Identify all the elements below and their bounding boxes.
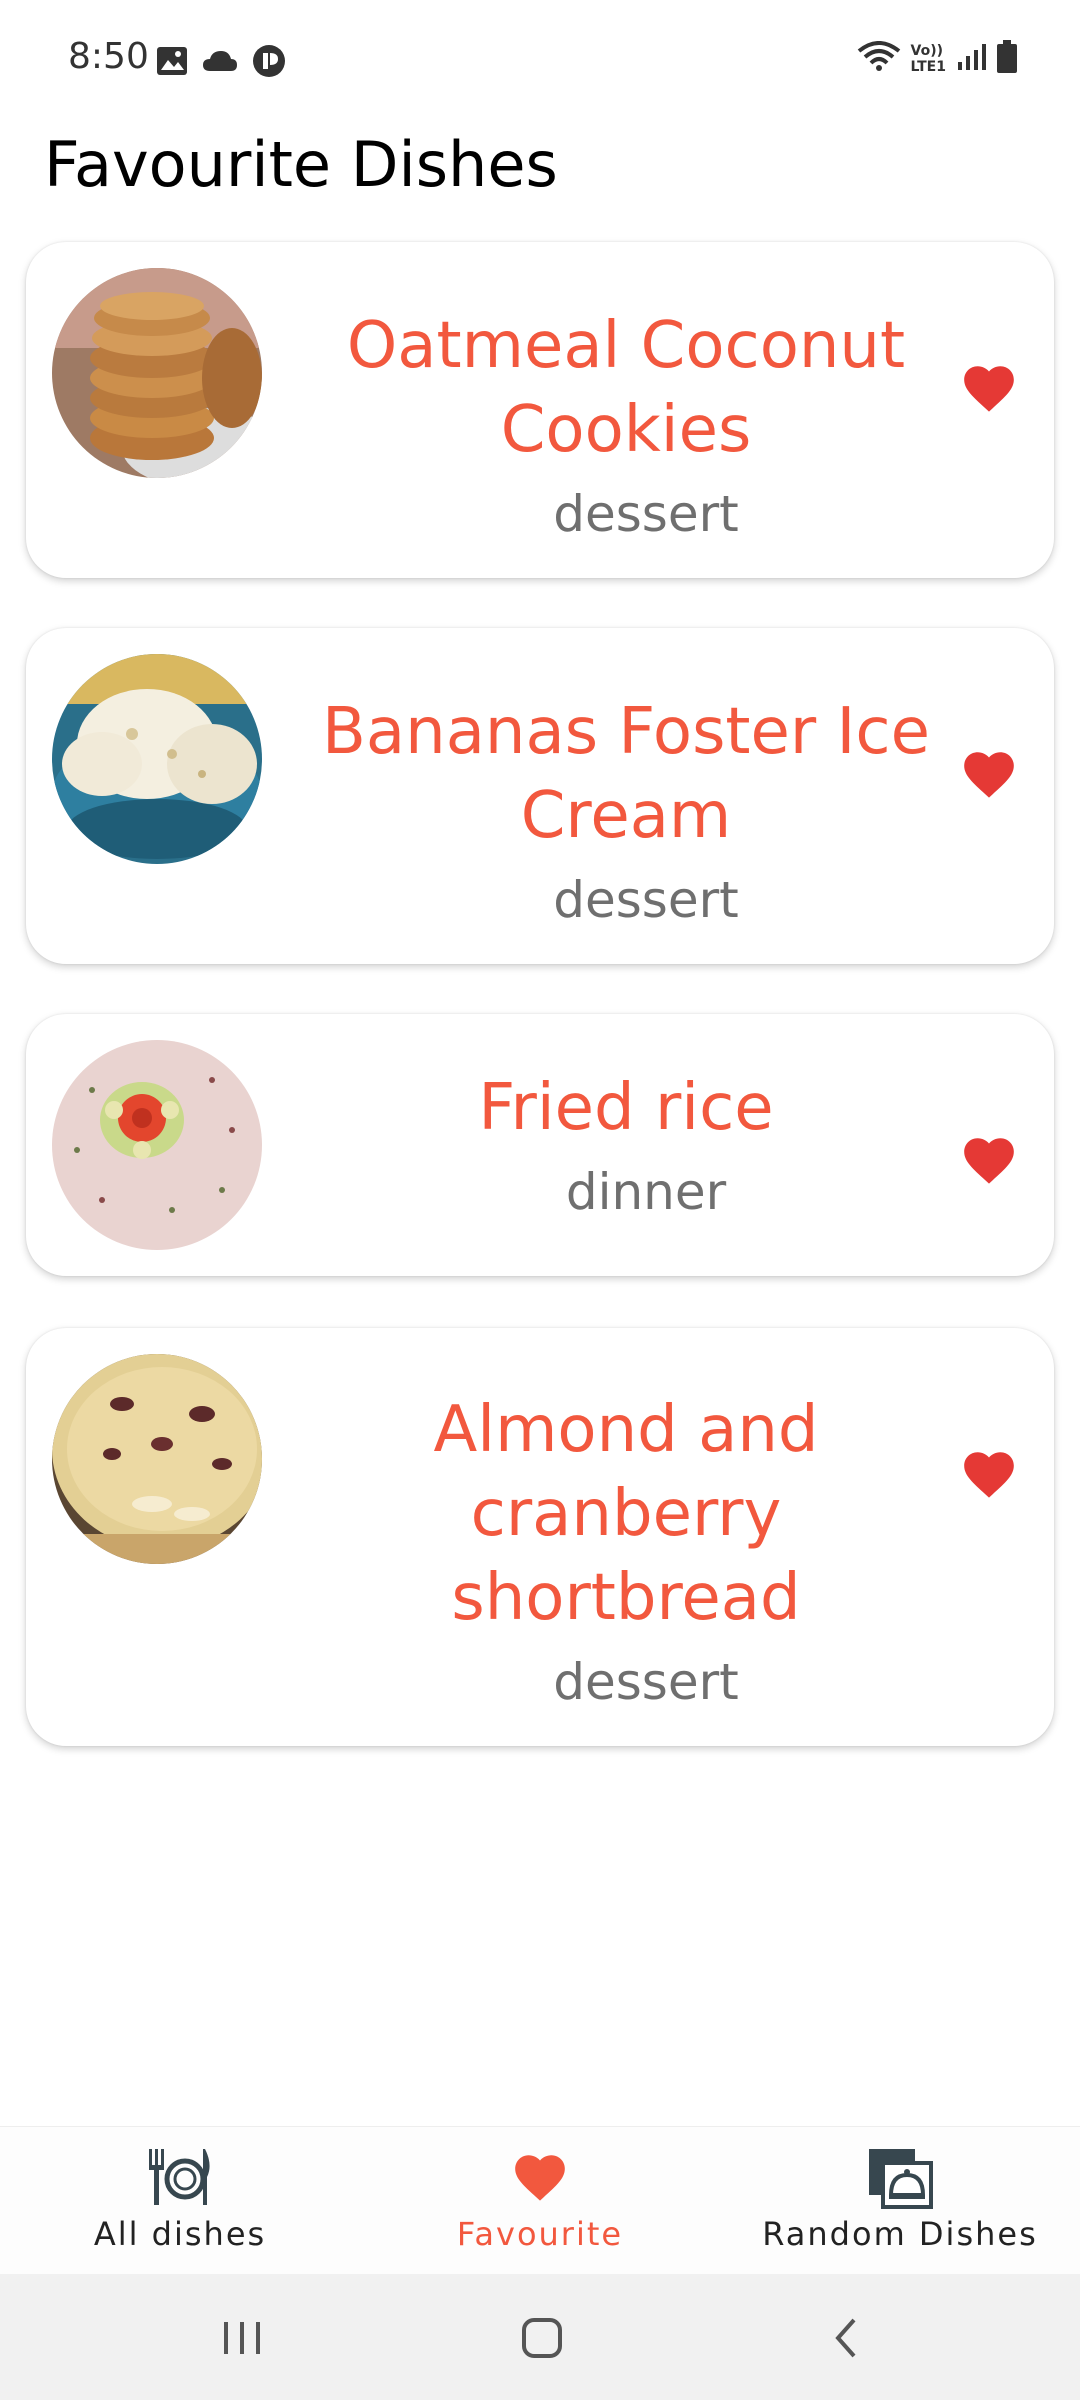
nav-random-dishes[interactable]: Random Dishes xyxy=(720,2127,1080,2275)
dish-thumbnail xyxy=(52,268,262,478)
image-icon xyxy=(156,46,188,80)
volte-icon: Vo)) LTE1 xyxy=(911,43,946,75)
heart-icon[interactable] xyxy=(960,362,1018,414)
fried-rice-image xyxy=(52,1040,262,1250)
heart-icon[interactable] xyxy=(960,1448,1018,1500)
bottom-navigation: All dishes Favourite Random Dishes xyxy=(0,2126,1080,2274)
status-bar: 8:50 Vo)) LTE1 xyxy=(0,0,1080,120)
ice-cream-image xyxy=(52,654,262,864)
nav-label: Random Dishes xyxy=(762,2215,1038,2253)
status-time: 8:50 xyxy=(68,36,149,77)
dish-title: Oatmeal Coconut Cookies xyxy=(346,309,906,467)
dish-category: dessert xyxy=(553,485,739,543)
heart-icon xyxy=(515,2155,565,2201)
status-left-icons xyxy=(156,44,286,82)
dish-card[interactable]: Bananas Foster Ice Cream dessert xyxy=(26,628,1054,964)
volte-text-bottom: LTE1 xyxy=(910,59,946,75)
dish-card[interactable]: Oatmeal Coconut Cookies dessert xyxy=(26,242,1054,578)
battery-icon xyxy=(996,40,1018,78)
dish-thumbnail xyxy=(52,1354,262,1564)
app-icon xyxy=(252,44,286,82)
dish-category: dessert xyxy=(553,1653,739,1711)
wifi-icon xyxy=(857,41,901,77)
status-right-icons: Vo)) LTE1 xyxy=(857,40,1018,78)
nav-all-dishes[interactable]: All dishes xyxy=(0,2127,360,2275)
nav-label: All dishes xyxy=(93,2215,267,2253)
dish-text: Almond and cranberry shortbread dessert xyxy=(286,1388,966,1724)
dish-title: Fried rice xyxy=(478,1071,774,1145)
dish-text: Fried rice dinner xyxy=(286,1066,966,1234)
dish-title: Almond and cranberry shortbread xyxy=(433,1393,819,1635)
system-navigation-bar xyxy=(0,2274,1080,2400)
page-title: Favourite Dishes xyxy=(44,128,558,201)
plate-cutlery-icon xyxy=(149,2149,210,2205)
heart-icon[interactable] xyxy=(960,1134,1018,1186)
cloud-icon xyxy=(202,49,238,77)
dish-title: Bananas Foster Ice Cream xyxy=(322,695,930,853)
dish-text: Oatmeal Coconut Cookies dessert xyxy=(286,304,966,556)
dish-card[interactable]: Fried rice dinner xyxy=(26,1014,1054,1276)
food-cloche-icon xyxy=(869,2149,933,2209)
dish-text: Bananas Foster Ice Cream dessert xyxy=(286,690,966,942)
dish-thumbnail xyxy=(52,1040,262,1250)
dish-thumbnail xyxy=(52,654,262,864)
dish-category: dessert xyxy=(553,871,739,929)
nav-favourite[interactable]: Favourite xyxy=(360,2127,720,2275)
dish-category: dinner xyxy=(565,1163,727,1221)
nav-label: Favourite xyxy=(456,2215,624,2253)
cookies-image xyxy=(52,268,262,478)
home-icon[interactable] xyxy=(512,2310,572,2366)
signal-icon xyxy=(956,42,986,76)
recent-apps-icon[interactable] xyxy=(212,2310,272,2366)
back-icon[interactable] xyxy=(816,2310,876,2366)
heart-icon[interactable] xyxy=(960,748,1018,800)
volte-text-top: Vo)) xyxy=(910,43,944,59)
shortbread-image xyxy=(52,1354,262,1564)
dish-card[interactable]: Almond and cranberry shortbread dessert xyxy=(26,1328,1054,1746)
